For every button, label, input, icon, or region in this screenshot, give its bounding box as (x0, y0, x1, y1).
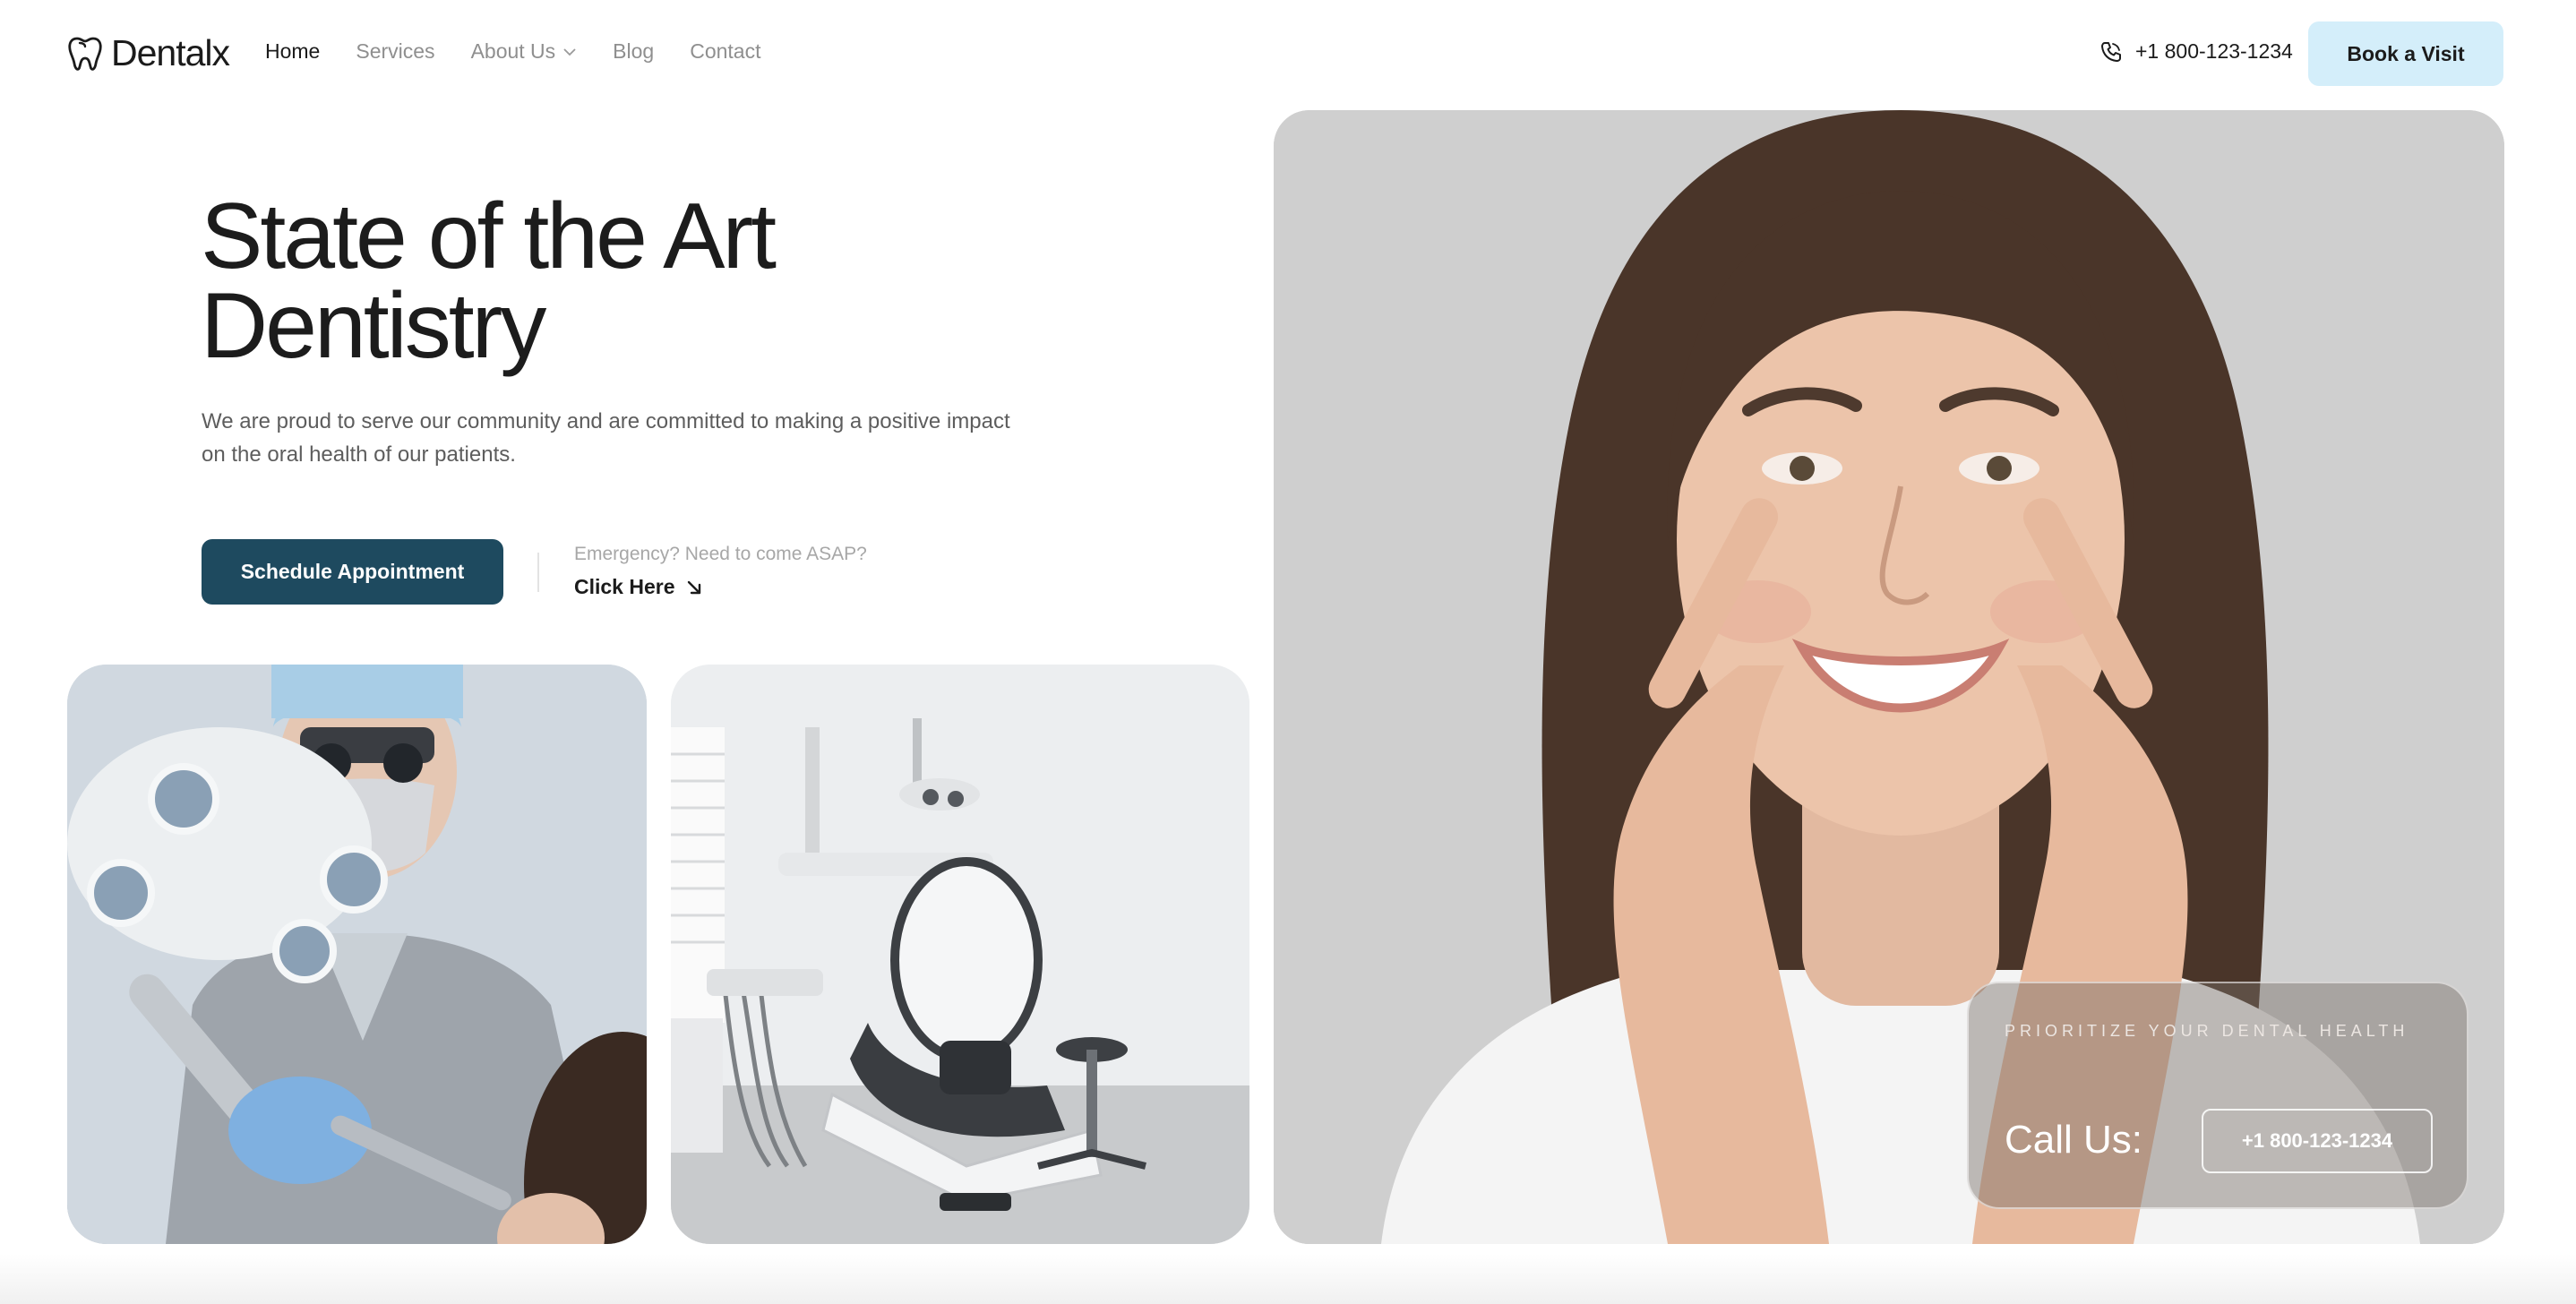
header-phone-link[interactable]: +1 800-123-1234 (2099, 39, 2293, 64)
cta-divider (537, 553, 539, 592)
nav-about-us-label: About Us (470, 39, 556, 63)
schedule-appointment-button[interactable]: Schedule Appointment (202, 539, 503, 605)
nav-services[interactable]: Services (356, 39, 434, 64)
book-visit-button[interactable]: Book a Visit (2308, 21, 2503, 86)
call-us-panel: PRIORITIZE YOUR DENTAL HEALTH Call Us: +… (1967, 982, 2469, 1209)
header-phone-number: +1 800-123-1234 (2135, 39, 2293, 63)
dentist-illustration (67, 665, 647, 1244)
nav-about-us[interactable]: About Us (471, 39, 578, 64)
nav-contact[interactable]: Contact (690, 39, 760, 64)
hero-title-line-2: Dentistry (201, 274, 546, 378)
emergency-label: Emergency? Need to come ASAP? (574, 544, 867, 564)
phone-icon (2101, 41, 2121, 62)
chevron-down-icon (563, 47, 576, 56)
top-navbar: Dentalx Home Services About Us Blog Cont… (0, 0, 2576, 107)
next-section-edge (0, 1254, 2576, 1304)
nav-home[interactable]: Home (265, 39, 320, 64)
hero-title: State of the Art Dentistry (201, 190, 1186, 373)
dentist-photo (67, 665, 647, 1244)
nav-blog[interactable]: Blog (613, 39, 654, 64)
click-here-label: Click Here (574, 575, 675, 598)
call-us-label: Call Us: (2005, 1118, 2143, 1162)
main-nav: Home Services About Us Blog Contact (265, 39, 760, 64)
dental-chair-photo (671, 665, 1249, 1244)
call-us-tagline: PRIORITIZE YOUR DENTAL HEALTH (2005, 1022, 2409, 1040)
hero-title-line-1: State of the Art (201, 184, 777, 288)
brand-name: Dentalx (111, 32, 230, 73)
brand-logo[interactable]: Dentalx (66, 32, 230, 74)
dental-chair-illustration (671, 665, 1249, 1244)
hero-description: We are proud to serve our community and … (202, 409, 1010, 467)
arrow-down-right-icon (687, 580, 700, 594)
tooth-icon (68, 37, 102, 71)
call-phone-button[interactable]: +1 800-123-1234 (2202, 1109, 2433, 1173)
page: Dentalx Home Services About Us Blog Cont… (0, 0, 2576, 1304)
emergency-click-here-link[interactable]: Click Here (574, 575, 702, 599)
